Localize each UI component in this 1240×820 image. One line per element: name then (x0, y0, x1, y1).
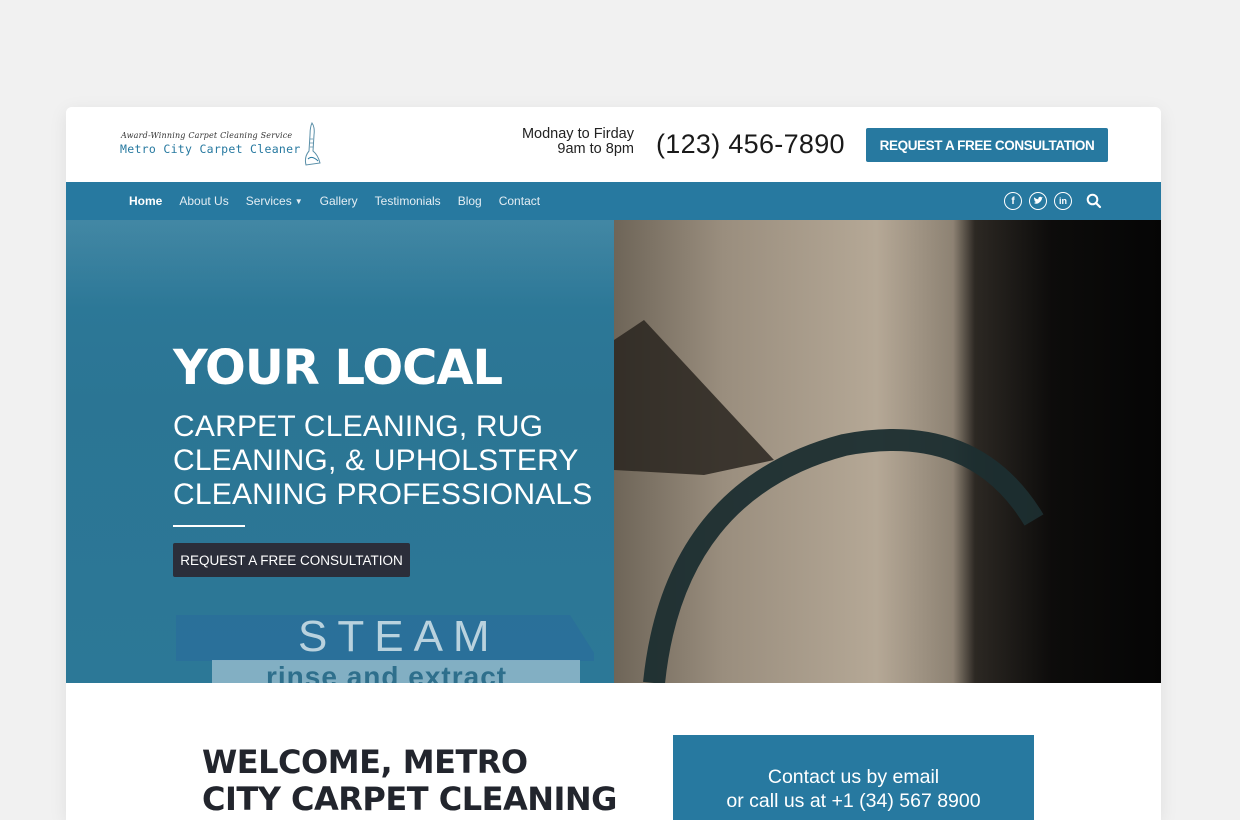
site-header: Award-Winning Carpet Cleaning Service Me… (66, 107, 1161, 182)
site-logo[interactable]: Award-Winning Carpet Cleaning Service Me… (118, 121, 328, 171)
nav-item-label: Services (245, 194, 292, 208)
phone-number[interactable]: (123) 456-7890 (656, 129, 845, 160)
nav-item-home[interactable]: Home (129, 194, 162, 208)
nav-item-label: Gallery (319, 194, 358, 208)
hours-days: Modnay to Firday (521, 126, 634, 142)
hero-consultation-button[interactable]: REQUEST A FREE CONSULTATION (173, 543, 410, 577)
nav-item-gallery[interactable]: Gallery (320, 194, 358, 208)
linkedin-icon[interactable]: in (1054, 192, 1072, 210)
nav-item-label: Home (129, 194, 163, 208)
facebook-icon[interactable]: f (1004, 192, 1022, 210)
welcome-heading-line: CITY CARPET CLEANING (202, 780, 617, 818)
request-consultation-button[interactable]: REQUEST A FREE CONSULTATION (866, 128, 1108, 162)
hero-subtitle-line: CLEANING PROFESSIONALS (173, 478, 593, 511)
contact-line: or call us at +1 (34) 567 8900 (726, 790, 981, 812)
hero-panel-gloss (66, 220, 614, 310)
vacuum-logo-icon (304, 122, 321, 166)
hero-subtitle-line: CARPET CLEANING, RUG (173, 410, 544, 443)
rinse-banner-text: rinse and extract (266, 661, 508, 683)
logo-tagline: Award-Winning Carpet Cleaning Service (121, 131, 293, 140)
welcome-heading: WELCOME, METRO CITY CARPET CLEANING (202, 744, 617, 818)
hero-banner: YOUR LOCAL CARPET CLEANING, RUG CLEANING… (66, 220, 1161, 683)
welcome-heading-line: WELCOME, METRO (202, 743, 528, 781)
social-links: f in (1004, 192, 1103, 210)
chevron-down-icon: ▼ (294, 196, 303, 206)
contact-box: Contact us by email or call us at +1 (34… (673, 735, 1034, 820)
hours-time: 9am to 8pm (557, 141, 634, 157)
carpet-cleaning-photo (614, 220, 1161, 683)
logo-name: Metro City Carpet Cleaner (120, 142, 301, 156)
main-navigation: Home About Us Services ▼ Gallery Testimon… (66, 182, 1161, 220)
contact-line: Contact us by email (767, 766, 940, 788)
nav-item-services[interactable]: Services ▼ (246, 194, 303, 208)
hero-divider (173, 525, 245, 527)
nav-item-about-us[interactable]: About Us (179, 194, 228, 208)
nav-item-contact[interactable]: Contact (499, 194, 540, 208)
hero-subtitle: CARPET CLEANING, RUG CLEANING, & UPHOLST… (173, 410, 593, 512)
nav-item-label: Testimonials (374, 194, 441, 208)
nav-item-label: Blog (457, 194, 482, 208)
business-hours: Modnay to Firday 9am to 8pm (522, 127, 634, 157)
hero-title: YOUR LOCAL (173, 340, 503, 396)
hero-subtitle-line: CLEANING, & UPHOLSTERY (173, 444, 579, 477)
steam-banner-text: STEAM (298, 612, 500, 661)
twitter-icon[interactable] (1029, 192, 1047, 210)
website-frame: Award-Winning Carpet Cleaning Service Me… (66, 107, 1161, 820)
nav-item-testimonials[interactable]: Testimonials (375, 194, 441, 208)
nav-item-blog[interactable]: Blog (458, 194, 482, 208)
nav-item-label: About Us (179, 194, 229, 208)
search-icon[interactable] (1085, 192, 1103, 210)
nav-menu: Home About Us Services ▼ Gallery Testimon… (129, 182, 557, 220)
hero-photo-art (614, 320, 1044, 683)
nav-item-label: Contact (498, 194, 541, 208)
contact-text: Contact us by email or call us at +1 (34… (673, 765, 1034, 813)
